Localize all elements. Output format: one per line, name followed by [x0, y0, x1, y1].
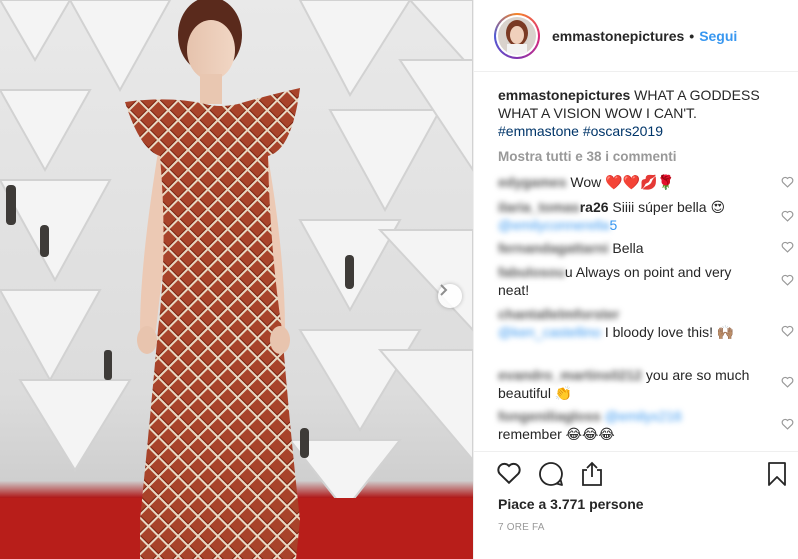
comment-like-heart-icon[interactable] [781, 241, 794, 253]
heart-outline-icon[interactable] [496, 461, 522, 485]
comment-item: fabulosouu Always on point and very neat… [498, 263, 766, 299]
hashtag-link[interactable]: #oscars2019 [583, 123, 663, 139]
comment-username[interactable]: evandro_martins0212 [498, 367, 642, 383]
comments-section: emmastonepictures WHAT A GODDESS WHAT A … [498, 86, 794, 442]
comment-bubble-icon[interactable] [538, 461, 564, 487]
comment-like-heart-icon[interactable] [781, 176, 794, 188]
comment-username[interactable]: fernandagattarni [498, 240, 608, 256]
comment-item: edygames Wow ❤️❤️💋🌹 [498, 173, 766, 191]
comment-like-heart-icon[interactable] [781, 210, 794, 222]
post-photo[interactable] [0, 0, 473, 559]
comment-text: Wow ❤️❤️💋🌹 [570, 174, 675, 190]
comment-like-heart-icon[interactable] [781, 274, 794, 286]
comment-item: ilaria_tomasra26 Siiii súper bella 😍 @em… [498, 198, 766, 234]
caption-username[interactable]: emmastonepictures [498, 87, 630, 103]
comment-item: fernandagattarni Bella [498, 239, 766, 257]
post-actions-bar [496, 461, 791, 489]
comment-like-heart-icon[interactable] [781, 325, 794, 337]
follow-button[interactable]: Segui [699, 28, 737, 44]
comment-username[interactable]: edygames [498, 174, 566, 190]
comment-username-suffix[interactable]: ra26 [580, 199, 609, 215]
comment-text: Bella [612, 240, 644, 256]
comment-username[interactable]: ilaria_tomas [498, 199, 580, 215]
comment-like-heart-icon[interactable] [781, 418, 794, 430]
comment-text: Siiii súper bella 😍 [612, 199, 726, 215]
post-header: emmastonepictures • Segui [474, 0, 798, 72]
comment-mention[interactable]: @emilyx216 [605, 408, 682, 424]
comment-text: remember 😂😂😂 [498, 426, 615, 442]
story-ring[interactable] [494, 12, 540, 59]
post-timestamp[interactable]: 7 ORE FA [498, 522, 545, 533]
carousel-next-button[interactable] [438, 284, 462, 308]
share-icon[interactable] [580, 461, 604, 487]
comment-username[interactable]: fongeniliagloss [498, 408, 601, 424]
comment-mention[interactable]: @emilyconnerella [498, 217, 609, 233]
comment-item: chantallelmforster @ken_castellino I blo… [498, 305, 766, 341]
post-side-panel: emmastonepictures • Segui emmastonepictu… [473, 0, 798, 559]
show-all-comments-link[interactable]: Mostra tutti e 38 i commenti [498, 149, 788, 164]
comment-item: fongeniliagloss @emilyx216 remember 😂😂😂 [498, 407, 766, 443]
comment-like-heart-icon[interactable] [781, 376, 794, 388]
comment-username[interactable]: fabulosou [498, 264, 565, 280]
header-username[interactable]: emmastonepictures [552, 28, 684, 44]
comment-item: evandro_martins0212 you are so much beau… [498, 366, 766, 402]
comment-text: I bloody love this! 🙌🏽 [604, 324, 735, 340]
post-caption: emmastonepictures WHAT A GODDESS WHAT A … [498, 86, 788, 140]
avatar-image [498, 16, 536, 55]
actions-divider [474, 451, 798, 452]
header-separator: • [689, 27, 695, 44]
comment-mention-suffix[interactable]: 5 [609, 217, 617, 233]
avatar[interactable] [498, 16, 536, 55]
bookmark-icon[interactable] [766, 461, 788, 487]
likes-count[interactable]: Piace a 3.771 persone [498, 496, 644, 512]
comment-mention[interactable]: @ken_castellino [498, 324, 601, 340]
chevron-right-icon [440, 284, 448, 296]
hashtag-link[interactable]: #emmastone [498, 123, 579, 139]
comment-username[interactable]: chantallelmforster [498, 306, 619, 322]
photo-illustration [0, 0, 473, 559]
